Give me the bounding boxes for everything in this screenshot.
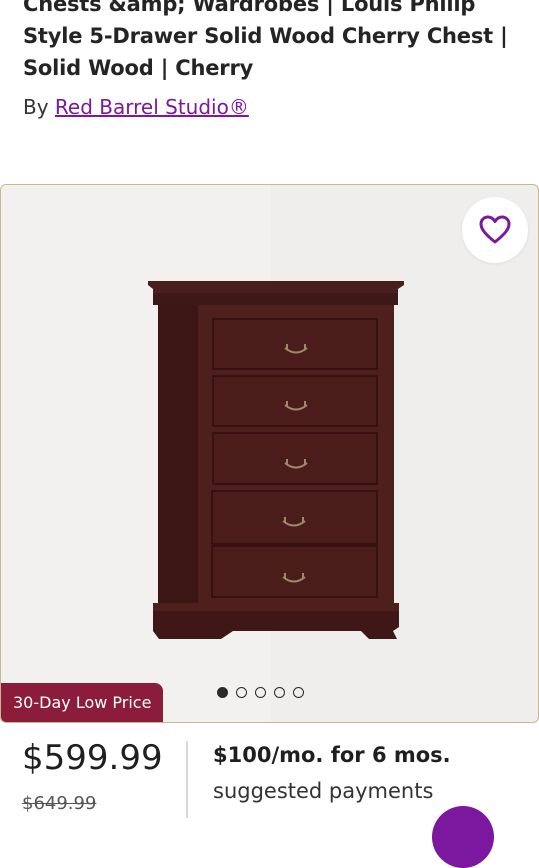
carousel-dot[interactable]	[236, 687, 247, 698]
brand-link[interactable]: Red Barrel Studio®	[55, 95, 249, 119]
product-title: Chests &amp; Wardrobes | Louis Philip St…	[23, 0, 508, 80]
price-divider	[186, 741, 188, 818]
carousel-dot[interactable]	[255, 687, 266, 698]
carousel-dot[interactable]	[293, 687, 304, 698]
product-image	[148, 281, 404, 639]
chat-button[interactable]	[432, 806, 494, 868]
heart-outline-icon	[479, 215, 511, 244]
by-label: By	[23, 95, 49, 119]
byline: By Red Barrel Studio®	[23, 94, 249, 120]
carousel-dot[interactable]	[274, 687, 285, 698]
financing-info: $100/mo. for 6 mos. suggested payments	[213, 737, 523, 809]
financing-terms: $100/mo. for 6 mos.	[213, 743, 451, 767]
favorite-button[interactable]	[462, 197, 528, 263]
carousel-dot[interactable]	[217, 687, 228, 698]
low-price-badge: 30-Day Low Price	[1, 683, 164, 722]
carousel-dots	[217, 687, 304, 698]
financing-note: suggested payments	[213, 779, 434, 803]
product-image-gallery[interactable]: 30-Day Low Price	[0, 184, 539, 723]
original-price: $649.99	[22, 793, 97, 814]
sale-price: $599.99	[22, 738, 163, 778]
